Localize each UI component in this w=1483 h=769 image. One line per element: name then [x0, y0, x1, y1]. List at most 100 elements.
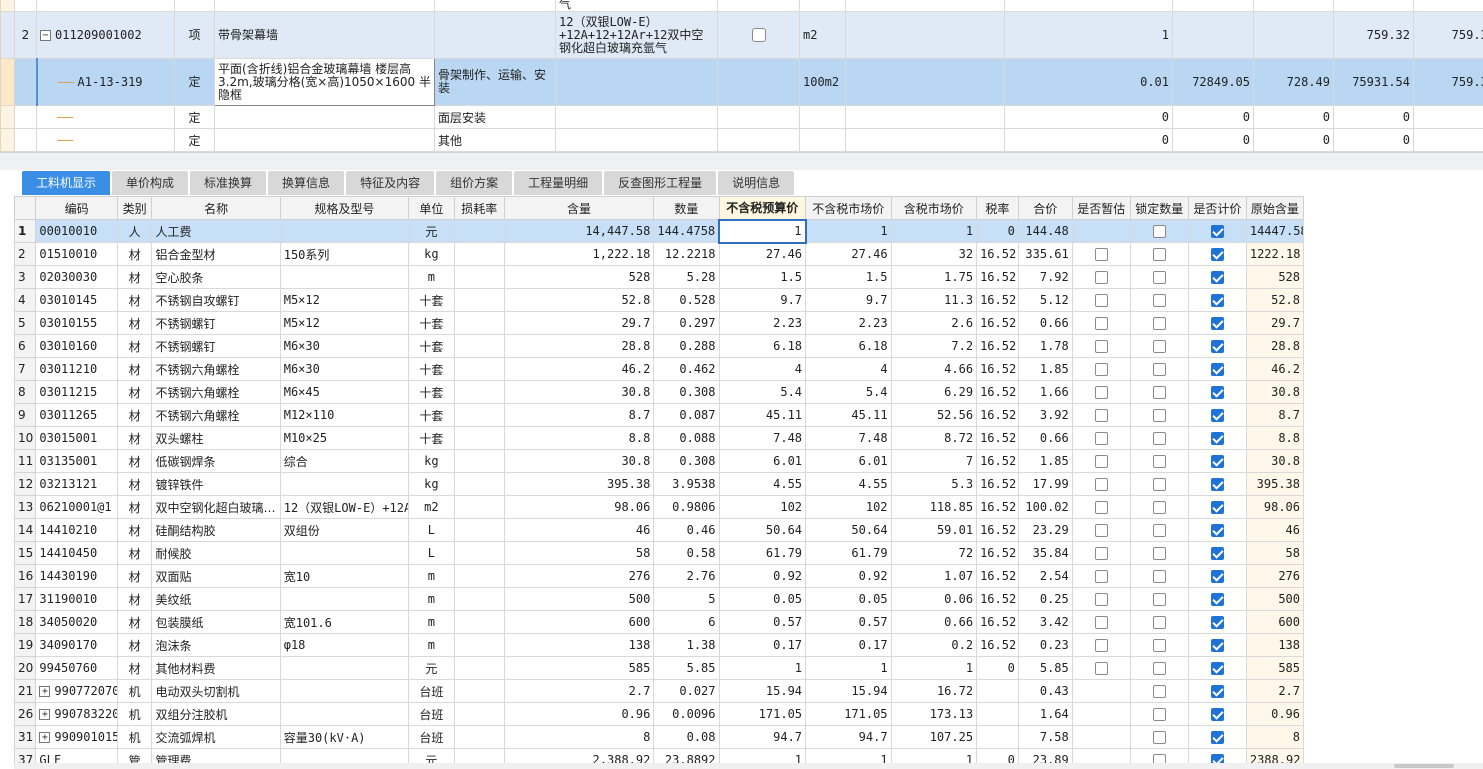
market-price-incl-tax[interactable]: 107.25 — [890, 725, 978, 749]
row-number[interactable]: 6 — [14, 334, 37, 358]
total-price[interactable]: 335.61 — [1017, 242, 1073, 266]
table-row[interactable]: 21 +990772070 机电动双头切割机 台班 2.7 0.027 15.94 15.94… — [14, 679, 1305, 703]
resource-unit[interactable]: 元 — [408, 656, 455, 680]
table-row[interactable]: 18 34050020 材包装膜纸 宽101.6 m 600 6 0.57 0.57 0.66 16… — [14, 610, 1305, 634]
item-spec[interactable] — [555, 105, 718, 129]
estimate-checkbox[interactable] — [1094, 386, 1108, 399]
is-priced-checkbox[interactable] — [1210, 570, 1224, 583]
is-priced-checkbox[interactable] — [1210, 524, 1224, 537]
resource-code[interactable]: 03015001 — [35, 426, 118, 450]
resource-unit[interactable]: 十套 — [408, 426, 455, 450]
market-price-excl-tax[interactable]: 4 — [805, 357, 892, 381]
original-content[interactable]: 585 — [1245, 656, 1305, 680]
loss-rate[interactable] — [453, 288, 505, 312]
row-number[interactable]: 21 — [14, 679, 37, 703]
loss-rate[interactable] — [453, 334, 505, 358]
resource-quantity[interactable]: 5 — [653, 587, 720, 611]
resource-quantity[interactable]: 2.76 — [653, 564, 720, 588]
lock-qty-checkbox[interactable] — [1152, 593, 1166, 606]
market-price-incl-tax[interactable]: 16.72 — [890, 679, 978, 703]
column-header[interactable]: 是否暂估 — [1071, 196, 1131, 220]
estimate-checkbox[interactable] — [1094, 570, 1108, 583]
lock-qty-checkbox[interactable] — [1152, 455, 1166, 468]
is-priced-checkbox[interactable] — [1210, 271, 1224, 284]
estimate-checkbox[interactable] — [1094, 547, 1108, 560]
is-priced-checkbox[interactable] — [1210, 616, 1224, 629]
lock-qty-checkbox[interactable] — [1152, 570, 1166, 583]
budget-price-excl-tax[interactable]: 171.05 — [718, 702, 807, 726]
column-header[interactable]: 锁定数量 — [1129, 196, 1189, 220]
table-row[interactable]: 19 34090170 材泡沫条 φ18 m 138 1.38 0.17 0.17 0.2 16.5… — [14, 633, 1305, 657]
resource-name[interactable]: 低碳钢焊条 — [151, 449, 281, 473]
is-priced-checkbox[interactable] — [1210, 547, 1224, 560]
resource-name[interactable]: 不锈钢六角螺栓 — [151, 403, 281, 427]
resource-spec[interactable] — [279, 541, 410, 565]
budget-price-excl-tax[interactable]: 102 — [718, 495, 807, 519]
market-price-excl-tax[interactable]: 45.11 — [805, 403, 892, 427]
item-row[interactable]: 定其他00000[装饰工程] — [0, 128, 1483, 152]
resource-category[interactable]: 机 — [116, 679, 153, 703]
budget-price-excl-tax[interactable]: 15.94 — [718, 679, 807, 703]
resource-unit[interactable]: 十套 — [408, 288, 455, 312]
horizontal-scrollbar[interactable] — [14, 763, 1483, 769]
is-priced-checkbox[interactable] — [1210, 386, 1224, 399]
table-row[interactable]: 6 03010160 材不锈钢螺钉 M6×30 十套 28.8 0.288 6.18 6.18 7… — [14, 334, 1305, 358]
total-price[interactable]: 3.92 — [1017, 403, 1073, 427]
is-priced-checkbox[interactable] — [1210, 409, 1224, 422]
resource-name[interactable]: 耐候胶 — [151, 541, 281, 565]
total-price[interactable]: 0.23 — [1017, 633, 1073, 657]
total-price[interactable]: 0.66 — [1017, 311, 1073, 335]
resource-spec[interactable]: 宽101.6 — [279, 610, 410, 634]
item-quantity[interactable]: 0 — [1004, 105, 1173, 129]
market-price-incl-tax[interactable]: 1.75 — [890, 265, 978, 289]
item-unit[interactable]: m2 — [799, 11, 846, 59]
loss-rate[interactable] — [453, 426, 505, 450]
market-price-incl-tax[interactable]: 1.07 — [890, 564, 978, 588]
column-header[interactable]: 含量 — [503, 196, 655, 220]
budget-price-excl-tax[interactable]: 61.79 — [718, 541, 807, 565]
resource-name[interactable]: 不锈钢螺钉 — [151, 334, 281, 358]
budget-price-excl-tax[interactable]: 45.11 — [718, 403, 807, 427]
budget-price-excl-tax[interactable]: 7.48 — [718, 426, 807, 450]
resource-quantity[interactable]: 0.308 — [653, 449, 720, 473]
original-content[interactable]: 8.7 — [1245, 403, 1305, 427]
estimate-checkbox[interactable] — [1094, 294, 1108, 307]
loss-rate[interactable] — [453, 610, 505, 634]
lock-qty-checkbox[interactable] — [1152, 478, 1166, 491]
resource-quantity[interactable]: 12.2218 — [653, 242, 720, 266]
resource-spec[interactable] — [279, 702, 410, 726]
total-price[interactable]: 1.85 — [1017, 449, 1073, 473]
resource-quantity[interactable]: 0.027 — [653, 679, 720, 703]
resource-category[interactable]: 材 — [116, 495, 153, 519]
column-header[interactable]: 单位 — [408, 196, 455, 220]
resource-name[interactable]: 镀锌铁件 — [151, 472, 281, 496]
loss-rate[interactable] — [453, 518, 505, 542]
market-price-incl-tax[interactable]: 2.6 — [890, 311, 978, 335]
resource-code[interactable]: 31190010 — [35, 587, 118, 611]
item-spec[interactable] — [555, 128, 718, 152]
total-price[interactable]: 0.43 — [1017, 679, 1073, 703]
is-priced-checkbox[interactable] — [1210, 662, 1224, 675]
budget-price-excl-tax[interactable]: 0.57 — [718, 610, 807, 634]
row-number[interactable]: 7 — [14, 357, 37, 381]
resource-category[interactable]: 材 — [116, 288, 153, 312]
tax-rate[interactable]: 16.52 — [976, 495, 1019, 519]
loss-rate[interactable] — [453, 541, 505, 565]
resource-category[interactable]: 材 — [116, 541, 153, 565]
item-flag-checkbox[interactable] — [751, 28, 766, 42]
lock-qty-checkbox[interactable] — [1152, 317, 1166, 330]
tax-rate[interactable]: 16.52 — [976, 610, 1019, 634]
resource-content[interactable]: 46.2 — [503, 357, 655, 381]
resource-unit[interactable]: m — [408, 265, 455, 289]
item-unit[interactable] — [799, 105, 846, 129]
row-number[interactable]: 10 — [14, 426, 37, 450]
tab-7[interactable]: 反查图形工程量 — [604, 171, 717, 195]
lock-qty-checkbox[interactable] — [1152, 685, 1166, 698]
market-price-excl-tax[interactable]: 6.01 — [805, 449, 892, 473]
total-price[interactable]: 7.58 — [1017, 725, 1073, 749]
estimate-checkbox[interactable] — [1094, 662, 1108, 675]
item-spec[interactable]: 12（双银LOW-E）+12A+12+12Ar+12双中空钢化超白玻璃充氩气 — [555, 11, 718, 59]
resource-content[interactable]: 28.8 — [503, 334, 655, 358]
row-number[interactable]: 26 — [14, 702, 37, 726]
resource-unit[interactable]: kg — [408, 242, 455, 266]
